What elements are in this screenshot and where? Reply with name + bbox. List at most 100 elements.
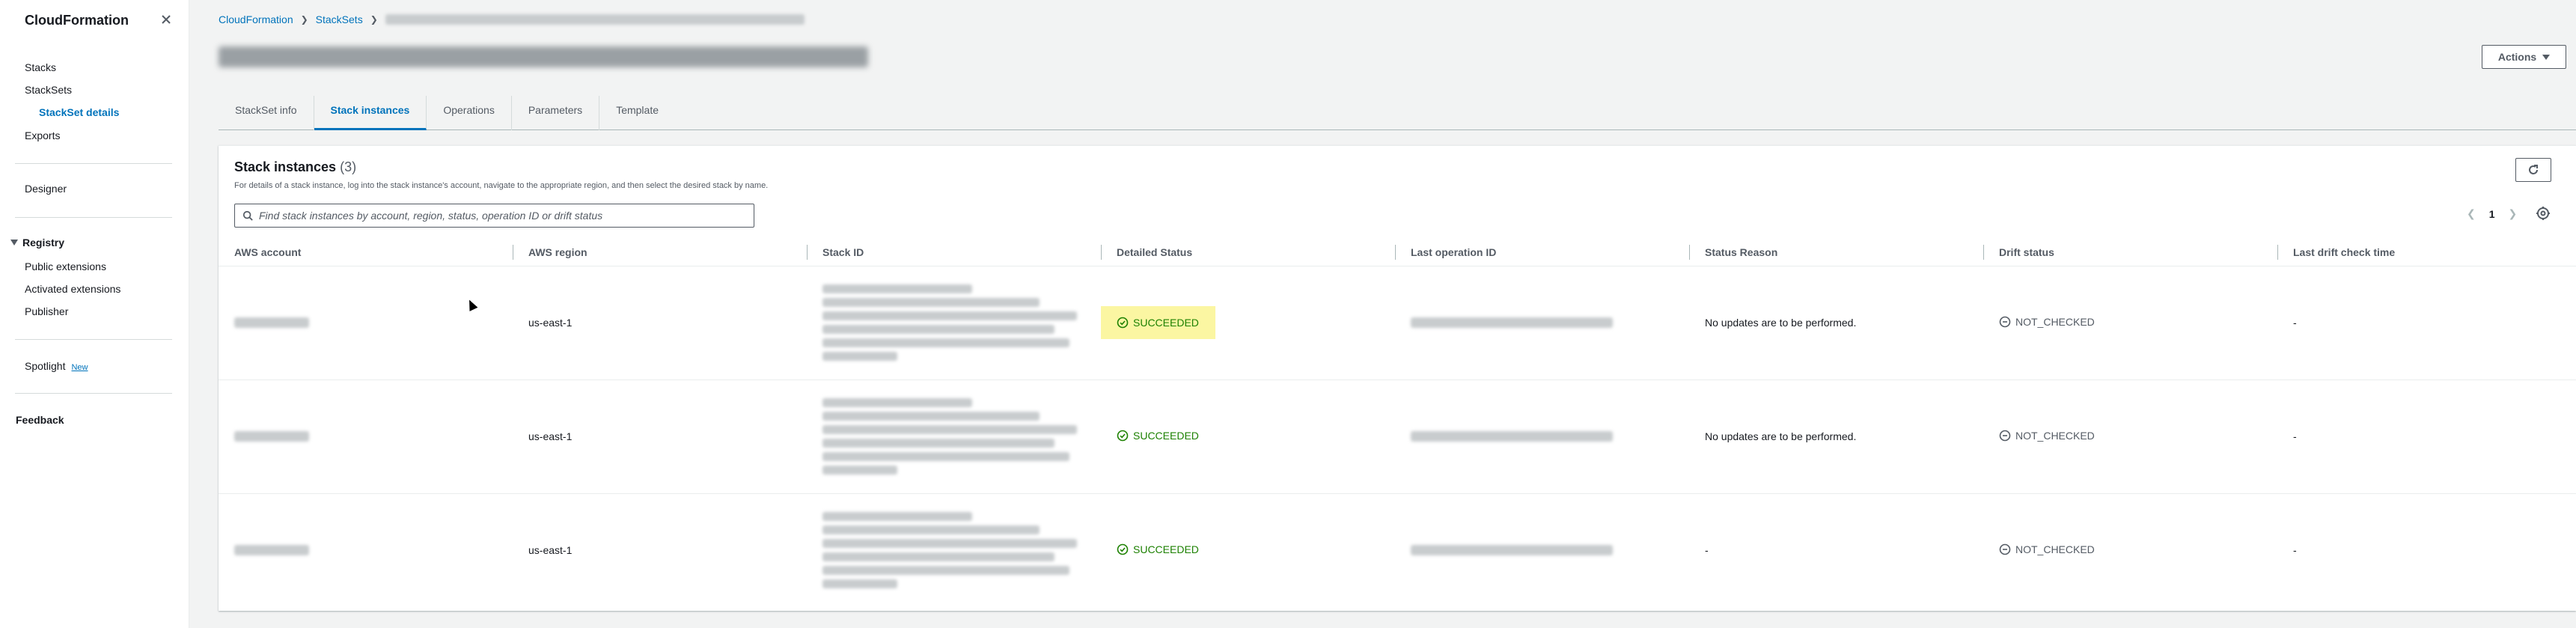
status-reason-cell: - xyxy=(1705,544,1709,557)
status-badge: SUCCEEDED xyxy=(1117,430,1199,442)
column-header[interactable]: Stack ID xyxy=(807,239,1101,266)
last-drift-check-cell: - xyxy=(2293,544,2297,557)
panel-title-text: Stack instances xyxy=(234,159,337,174)
column-header[interactable]: Status Reason xyxy=(1689,239,1983,266)
actions-label: Actions xyxy=(2497,51,2537,63)
breadcrumb-stacksets[interactable]: StackSets xyxy=(316,13,363,25)
chevron-right-icon: ❯ xyxy=(300,14,308,25)
feedback-link[interactable]: Feedback xyxy=(16,414,64,426)
sidebar-item-publisher[interactable]: Publisher xyxy=(25,305,68,317)
search-icon xyxy=(242,210,253,221)
close-icon[interactable] xyxy=(157,10,175,28)
column-header[interactable]: AWS region xyxy=(513,239,807,266)
sidebar-item-spotlight[interactable]: Spotlight New xyxy=(25,360,88,372)
tab-stackset-info[interactable]: StackSet info xyxy=(219,96,314,130)
sidebar-item-activated-extensions[interactable]: Activated extensions xyxy=(25,283,120,295)
page-number[interactable]: 1 xyxy=(2489,208,2495,220)
registry-section-toggle[interactable]: Registry xyxy=(10,237,64,249)
table-header-row: AWS account AWS region Stack ID Detailed… xyxy=(219,239,2576,266)
panel-description: For details of a stack instance, log int… xyxy=(234,181,769,190)
drift-text: NOT_CHECKED xyxy=(2015,429,2095,442)
stack-instances-table: AWS account AWS region Stack ID Detailed… xyxy=(219,239,2576,607)
next-page-icon[interactable]: ❯ xyxy=(2509,207,2518,220)
table-row: us-east-1 SUCCEEDED - NOT_CHECKED - xyxy=(219,493,2576,607)
previous-page-icon[interactable]: ❮ xyxy=(2467,207,2476,220)
column-header[interactable]: Last drift check time xyxy=(2277,239,2576,266)
breadcrumb-current-redacted xyxy=(385,14,805,25)
column-header[interactable]: Detailed Status xyxy=(1101,239,1395,266)
actions-dropdown-button[interactable]: Actions xyxy=(2482,45,2566,69)
column-header[interactable]: AWS account xyxy=(219,239,513,266)
sidebar-title: CloudFormation xyxy=(25,13,129,28)
last-drift-check-cell: - xyxy=(2277,266,2576,380)
status-badge: SUCCEEDED xyxy=(1117,543,1199,555)
status-reason-cell: No updates are to be performed. xyxy=(1689,266,1983,380)
pagination: ❮ 1 ❯ xyxy=(2467,207,2517,220)
breadcrumb-cloudformation[interactable]: CloudFormation xyxy=(219,13,293,25)
side-navigation: CloudFormation Stacks StackSets StackSet… xyxy=(0,0,189,628)
region-cell: us-east-1 xyxy=(513,266,807,380)
gear-icon[interactable] xyxy=(2536,206,2554,224)
sidebar-item-designer[interactable]: Designer xyxy=(25,183,67,195)
account-redacted xyxy=(234,431,309,442)
sidebar-item-public-extensions[interactable]: Public extensions xyxy=(25,260,106,272)
caret-down-icon xyxy=(2542,54,2551,60)
stack-id-redacted xyxy=(822,398,1101,475)
status-text: SUCCEEDED xyxy=(1133,543,1199,555)
drift-status: NOT_CHECKED xyxy=(1999,430,2095,442)
caret-down-icon xyxy=(10,240,18,246)
operation-id-redacted xyxy=(1411,545,1613,556)
stack-instances-panel: Stack instances (3) For details of a sta… xyxy=(219,145,2576,611)
refresh-button[interactable] xyxy=(2515,158,2551,182)
minus-circle-icon xyxy=(1999,430,2011,441)
drift-status: NOT_CHECKED xyxy=(1999,543,2095,555)
instance-count: (3) xyxy=(340,159,357,174)
breadcrumb: CloudFormation ❯ StackSets ❯ xyxy=(219,13,805,25)
last-drift-check-cell: - xyxy=(2277,379,2576,494)
tab-operations[interactable]: Operations xyxy=(427,96,512,130)
drift-text: NOT_CHECKED xyxy=(2015,315,2095,328)
minus-circle-icon xyxy=(1999,316,2011,327)
tab-template[interactable]: Template xyxy=(599,96,675,130)
divider xyxy=(15,339,172,340)
divider xyxy=(15,163,172,164)
sidebar-item-stacksets[interactable]: StackSets xyxy=(25,84,72,96)
table-row: us-east-1 SUCCEEDED No updates are to be… xyxy=(219,379,2576,494)
drift-text: NOT_CHECKED xyxy=(2015,543,2095,555)
stack-id-redacted xyxy=(822,284,1101,361)
spotlight-label: Spotlight xyxy=(25,360,66,372)
tab-stack-instances[interactable]: Stack instances xyxy=(314,96,427,130)
minus-circle-icon xyxy=(1999,543,2011,555)
check-circle-icon xyxy=(1117,543,1129,555)
divider xyxy=(15,217,172,218)
sidebar-item-stackset-details[interactable]: StackSet details xyxy=(39,106,119,118)
registry-label: Registry xyxy=(22,237,65,249)
status-badge: SUCCEEDED xyxy=(1101,306,1215,339)
page-title-redacted xyxy=(219,46,868,67)
column-header[interactable]: Last operation ID xyxy=(1395,239,1689,266)
column-header[interactable]: Drift status xyxy=(1983,239,2277,266)
operation-id-redacted xyxy=(1411,317,1613,328)
tab-bar: StackSet info Stack instances Operations… xyxy=(219,96,2576,130)
status-text: SUCCEEDED xyxy=(1133,317,1199,329)
drift-status: NOT_CHECKED xyxy=(1999,316,2095,328)
check-circle-icon xyxy=(1117,430,1129,441)
new-badge: New xyxy=(71,363,88,372)
chevron-right-icon: ❯ xyxy=(370,14,378,25)
region-cell: us-east-1 xyxy=(528,544,573,557)
status-text: SUCCEEDED xyxy=(1133,429,1199,442)
search-box xyxy=(234,204,754,228)
sidebar-item-exports[interactable]: Exports xyxy=(25,129,60,141)
search-input[interactable] xyxy=(259,210,738,222)
table-row: us-east-1 SUCCEEDED No updates are to be… xyxy=(219,266,2576,380)
account-redacted xyxy=(234,317,309,328)
stack-id-redacted xyxy=(822,512,1101,589)
region-cell: us-east-1 xyxy=(513,379,807,494)
refresh-icon xyxy=(2529,165,2538,174)
sidebar-item-stacks[interactable]: Stacks xyxy=(25,61,56,73)
panel-title: Stack instances (3) xyxy=(234,159,356,175)
tab-parameters[interactable]: Parameters xyxy=(512,96,600,130)
account-redacted xyxy=(234,545,309,556)
divider xyxy=(15,393,172,394)
operation-id-redacted xyxy=(1411,431,1613,442)
